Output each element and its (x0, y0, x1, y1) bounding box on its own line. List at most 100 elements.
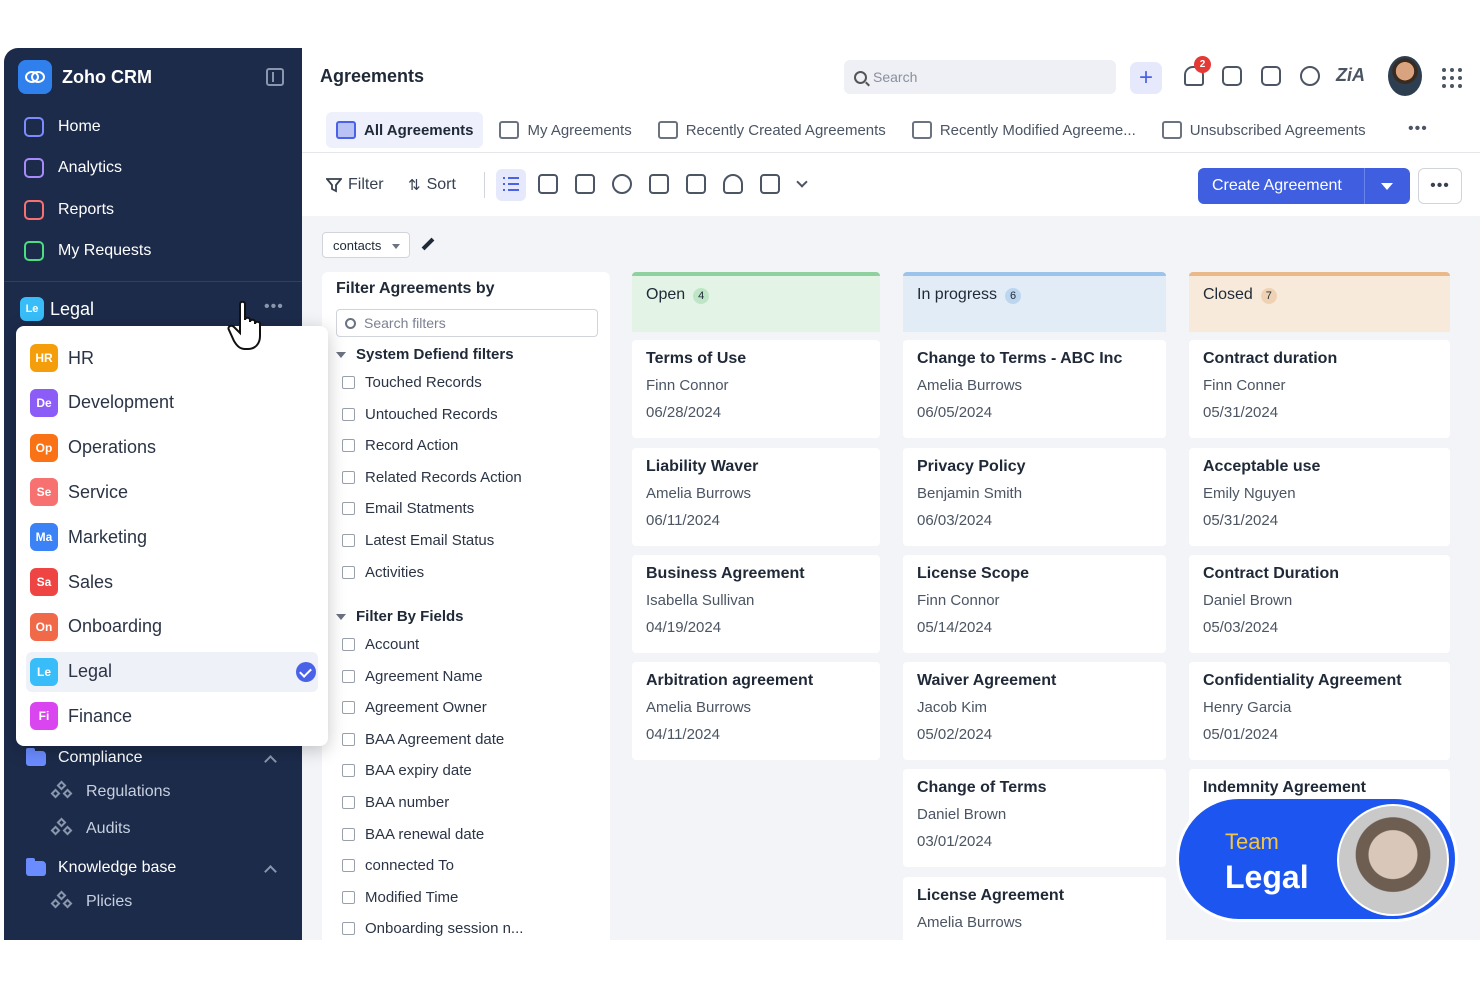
agreement-card[interactable]: Terms of Use Finn Connor 06/28/2024 (632, 340, 880, 438)
agreement-card[interactable]: Contract duration Finn Conner 05/31/2024 (1189, 340, 1450, 438)
sidebar-item-audits[interactable]: Audits (50, 817, 130, 841)
filter-option[interactable]: Account (342, 636, 419, 653)
quick-create-button[interactable]: + (1130, 62, 1162, 94)
filter-option[interactable]: BAA expiry date (342, 762, 472, 779)
agreement-card[interactable]: License Scope Finn Connor 05/14/2024 (903, 555, 1166, 653)
sidebar-item-home[interactable]: Home (24, 112, 101, 142)
more-actions-button[interactable]: ••• (1418, 168, 1462, 204)
filter-option[interactable]: Related Records Action (342, 469, 522, 486)
kanban-view-icon[interactable] (538, 174, 558, 194)
checkbox[interactable] (342, 638, 355, 651)
sidebar-item-analytics[interactable]: Analytics (24, 153, 122, 183)
filter-option[interactable]: Agreement Name (342, 668, 483, 685)
system-filters-group[interactable]: System Defiend filters (336, 346, 514, 363)
tab-unsubscribed-agreements[interactable]: Unsubscribed Agreements (1152, 112, 1376, 148)
filter-option[interactable]: connected To (342, 857, 454, 874)
checkbox[interactable] (342, 890, 355, 904)
agreement-card[interactable]: Privacy Policy Benjamin Smith 06/03/2024 (903, 448, 1166, 546)
checkbox[interactable] (342, 470, 355, 484)
sheet-view-icon[interactable] (649, 174, 669, 194)
team-option-development[interactable]: De Development (26, 383, 318, 423)
filter-button[interactable]: Filter (326, 176, 384, 194)
agreement-card[interactable]: Change of Terms Daniel Brown 03/01/2024 (903, 769, 1166, 867)
team-option-service[interactable]: Se Service (26, 472, 318, 512)
checkbox[interactable] (342, 922, 355, 936)
agreement-card[interactable]: Confidentiality Agreement Henry Garcia 05/… (1189, 662, 1450, 760)
team-option-sales[interactable]: Sa Sales (26, 562, 318, 602)
global-search[interactable] (844, 60, 1116, 94)
agreement-card[interactable]: Change to Terms - ABC Inc Amelia Burrows 0… (903, 340, 1166, 438)
checkbox[interactable] (342, 407, 355, 421)
checkbox[interactable] (342, 439, 355, 453)
checkbox[interactable] (342, 859, 355, 873)
agreement-card[interactable]: Liability Waver Amelia Burrows 06/11/2024 (632, 448, 880, 546)
folder-knowledge-base[interactable]: Knowledge base (26, 855, 176, 881)
agreement-card[interactable]: Business Agreement Isabella Sullivan 04/19… (632, 555, 880, 653)
team-option-marketing[interactable]: Ma Marketing (26, 517, 318, 557)
agreement-card[interactable]: Contract Duration Daniel Brown 05/03/2024 (1189, 555, 1450, 653)
agreement-card[interactable]: License Agreement Amelia Burrows (903, 877, 1166, 940)
checkbox[interactable] (342, 669, 355, 683)
filter-option[interactable]: Email Statments (342, 500, 474, 517)
checkbox[interactable] (342, 796, 355, 809)
gear-icon[interactable] (1300, 66, 1320, 86)
checkbox[interactable] (342, 534, 355, 547)
filter-option[interactable]: Latest Email Status (342, 532, 494, 549)
filter-option[interactable]: BAA number (342, 794, 449, 811)
sidebar-item-regulations[interactable]: Regulations (50, 780, 171, 804)
checkbox[interactable] (342, 701, 355, 715)
calendar-view-icon[interactable] (760, 174, 780, 194)
filter-option[interactable]: Agreement Owner (342, 699, 487, 716)
filter-option[interactable]: BAA Agreement date (342, 731, 504, 748)
zia-icon[interactable]: ZiA (1336, 65, 1365, 86)
tab-recently-created-agreements[interactable]: Recently Created Agreements (648, 112, 896, 148)
sort-button[interactable]: ⇅ Sort (408, 176, 456, 194)
checkbox[interactable] (342, 764, 355, 778)
create-agreement-button[interactable]: Create Agreement (1198, 168, 1410, 204)
collapse-sidebar-icon[interactable] (266, 68, 284, 86)
filter-option[interactable]: Onboarding session n... (342, 920, 523, 937)
team-option-hr[interactable]: HR HR (26, 338, 318, 378)
folder-compliance[interactable]: Compliance (26, 745, 142, 771)
filter-option[interactable]: Activities (342, 564, 424, 581)
timeline-view-icon[interactable] (686, 174, 706, 194)
app-grid-icon[interactable] (1442, 68, 1462, 88)
sidebar-item-reports[interactable]: Reports (24, 195, 114, 225)
checkbox[interactable] (342, 502, 355, 516)
tab-recently-modified-agreeme[interactable]: Recently Modified Agreeme... (902, 112, 1146, 148)
filter-option[interactable]: BAA renewal date (342, 826, 484, 843)
team-option-onboarding[interactable]: On Onboarding (26, 607, 318, 647)
filter-option[interactable]: Modified Time (342, 889, 458, 906)
caret-down-icon[interactable] (1381, 182, 1393, 190)
checkbox[interactable] (342, 732, 355, 746)
chevron-up-icon[interactable] (264, 755, 277, 768)
team-option-finance[interactable]: Fi Finance (26, 696, 318, 736)
team-option-legal[interactable]: Le Legal (26, 651, 318, 692)
filter-option[interactable]: Record Action (342, 437, 458, 454)
filter-search-input[interactable] (364, 315, 584, 331)
checkbox[interactable] (342, 565, 355, 579)
team-option-operations[interactable]: Op Operations (26, 428, 318, 468)
agreement-card[interactable]: Arbitration agreement Amelia Burrows 04/11… (632, 662, 880, 760)
checkbox[interactable] (342, 827, 355, 841)
user-avatar[interactable] (1388, 56, 1422, 96)
tab-my-agreements[interactable]: My Agreements (489, 112, 641, 148)
pencil-icon[interactable] (421, 237, 435, 251)
checkbox[interactable] (342, 376, 355, 389)
chart-view-icon[interactable] (612, 174, 632, 194)
sidebar-item-plicies[interactable]: Plicies (50, 890, 132, 914)
table-view-icon[interactable] (575, 174, 595, 194)
chevron-up-icon[interactable] (264, 865, 277, 878)
sidebar-item-my-requests[interactable]: My Requests (24, 236, 151, 266)
search-input[interactable] (873, 69, 1093, 85)
view-selector[interactable]: contacts (322, 232, 411, 258)
tab-all-agreements[interactable]: All Agreements (326, 112, 484, 148)
brand[interactable]: Zoho CRM (18, 60, 152, 94)
more-tabs-icon[interactable]: ••• (1408, 120, 1428, 138)
filter-search[interactable] (336, 309, 598, 337)
map-view-icon[interactable] (723, 174, 743, 194)
agreement-card[interactable]: Waiver Agreement Jacob Kim 05/02/2024 (903, 662, 1166, 760)
agreement-card[interactable]: Acceptable use Emily Nguyen 05/31/2024 (1189, 448, 1450, 546)
calendar-icon[interactable] (1222, 66, 1242, 86)
chevron-down-icon[interactable] (796, 176, 808, 188)
